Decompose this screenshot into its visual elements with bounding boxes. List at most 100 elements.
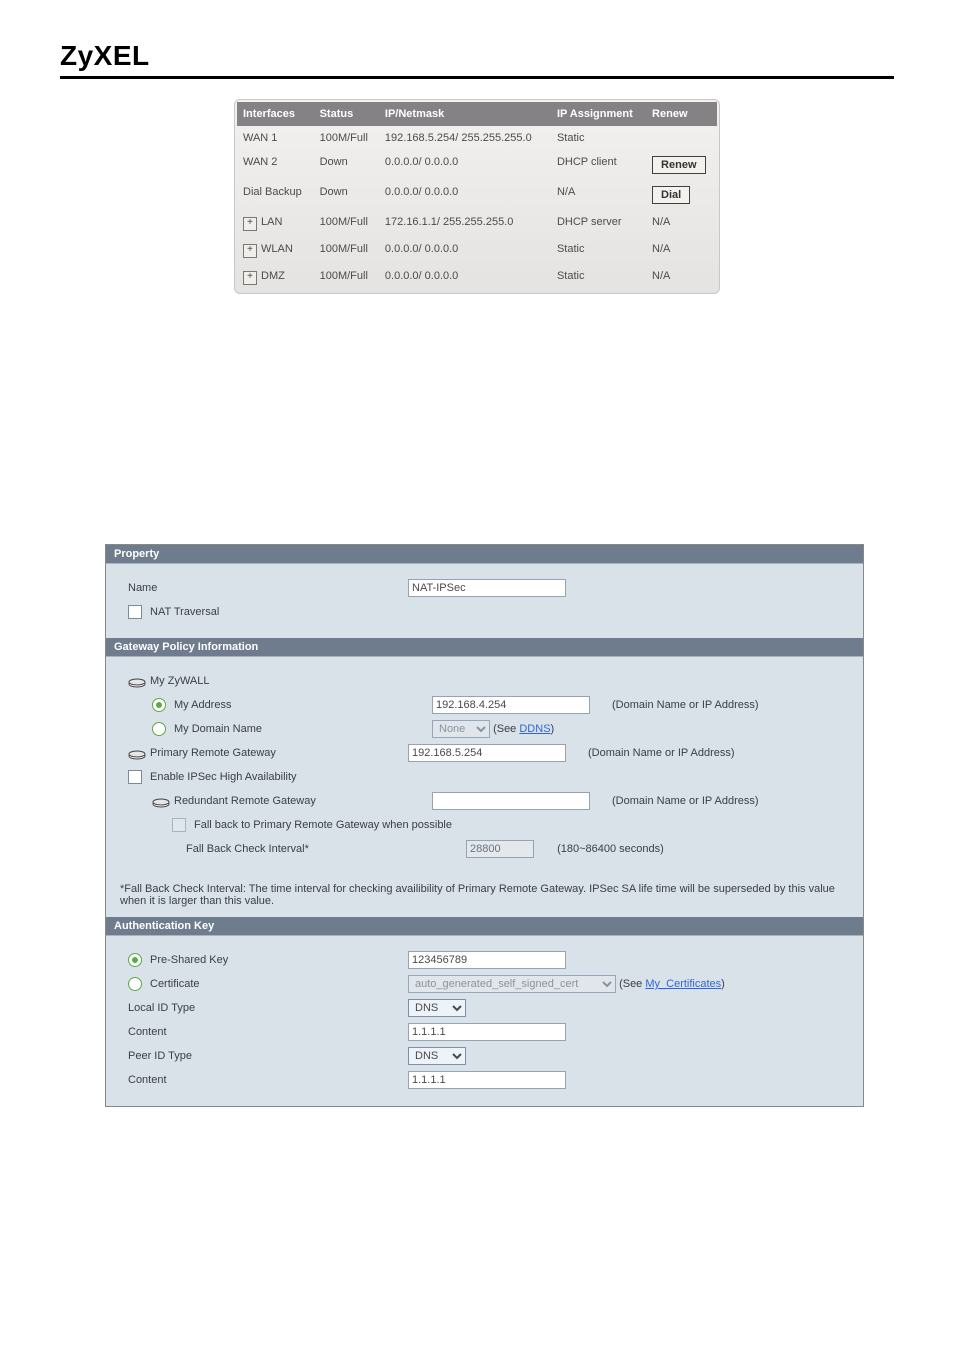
peer-id-type-label: Peer ID Type xyxy=(128,1050,192,1062)
fallback-footnote: *Fall Back Check Interval: The time inte… xyxy=(106,875,863,917)
ipassignment-cell: Static xyxy=(551,264,646,291)
my-domain-name-select: None xyxy=(432,720,490,738)
certificate-radio[interactable] xyxy=(128,977,142,991)
expand-button[interactable]: + xyxy=(243,244,257,258)
fallback-interval-input xyxy=(466,840,534,858)
interfaces-header-interfaces: Interfaces xyxy=(237,102,314,126)
my-domain-name-label: My Domain Name xyxy=(174,723,262,735)
interface-name: WAN 1 xyxy=(243,132,277,144)
ipassignment-cell: DHCP server xyxy=(551,210,646,237)
interface-cell: WAN 1 xyxy=(237,126,314,150)
interface-name: DMZ xyxy=(261,270,285,282)
enable-ipsec-ha-checkbox[interactable] xyxy=(128,770,142,784)
local-id-type-label: Local ID Type xyxy=(128,1002,195,1014)
status-cell: Down xyxy=(314,150,379,180)
primary-remote-gw-hint: (Domain Name or IP Address) xyxy=(578,747,851,759)
redundant-remote-gw-input[interactable] xyxy=(432,792,590,810)
my-zywall-label: My ZyWALL xyxy=(150,675,210,687)
interface-cell: + DMZ xyxy=(237,264,314,291)
table-row: + LAN 100M/Full172.16.1.1/ 255.255.255.0DH… xyxy=(237,210,717,237)
nat-traversal-label: NAT Traversal xyxy=(150,606,219,618)
interfaces-header-status: Status xyxy=(314,102,379,126)
enable-ipsec-ha-label: Enable IPSec High Availability xyxy=(150,771,297,783)
fallback-label: Fall back to Primary Remote Gateway when… xyxy=(194,819,452,831)
interface-cell: WAN 2 xyxy=(237,150,314,180)
fallback-interval-label: Fall Back Check Interval* xyxy=(186,843,309,855)
cert-hint-prefix: (See xyxy=(619,978,645,990)
ddns-link[interactable]: DDNS xyxy=(519,723,550,735)
auth-section-header: Authentication Key xyxy=(106,917,863,936)
peer-content-input[interactable] xyxy=(408,1071,566,1089)
my-certificates-link[interactable]: My_Certificates xyxy=(645,978,721,990)
interface-cell: + WLAN xyxy=(237,237,314,264)
interfaces-table: Interfaces Status IP/Netmask IP Assignme… xyxy=(237,102,717,291)
my-address-hint: (Domain Name or IP Address) xyxy=(602,699,851,711)
renew-cell xyxy=(646,126,717,150)
ipnetmask-cell: 0.0.0.0/ 0.0.0.0 xyxy=(379,237,551,264)
interface-name: WLAN xyxy=(261,243,293,255)
ipnetmask-cell: 0.0.0.0/ 0.0.0.0 xyxy=(379,180,551,210)
name-label: Name xyxy=(128,582,157,594)
peer-content-label: Content xyxy=(128,1074,167,1086)
certificate-select: auto_generated_self_signed_cert xyxy=(408,975,616,993)
status-cell: 100M/Full xyxy=(314,126,379,150)
interfaces-header-row: Interfaces Status IP/Netmask IP Assignme… xyxy=(237,102,717,126)
redundant-remote-gw-label: Redundant Remote Gateway xyxy=(174,795,316,807)
interface-name: LAN xyxy=(261,216,282,228)
ipnetmask-cell: 192.168.5.254/ 255.255.255.0 xyxy=(379,126,551,150)
table-row: + DMZ 100M/Full0.0.0.0/ 0.0.0.0StaticN/A xyxy=(237,264,717,291)
gateway-icon xyxy=(128,674,146,688)
ddns-hint-suffix: ) xyxy=(551,723,555,735)
table-row: Dial Backup Down0.0.0.0/ 0.0.0.0N/A Dial xyxy=(237,180,717,210)
my-address-radio[interactable] xyxy=(152,698,166,712)
peer-id-type-select[interactable]: DNS xyxy=(408,1047,466,1065)
name-input[interactable] xyxy=(408,579,566,597)
ipnetmask-cell: 172.16.1.1/ 255.255.255.0 xyxy=(379,210,551,237)
interface-cell: Dial Backup xyxy=(237,180,314,210)
expand-button[interactable]: + xyxy=(243,217,257,231)
expand-button[interactable]: + xyxy=(243,271,257,285)
interfaces-header-ipnetmask: IP/Netmask xyxy=(379,102,551,126)
status-cell: 100M/Full xyxy=(314,210,379,237)
local-content-input[interactable] xyxy=(408,1023,566,1041)
renew-button[interactable]: Renew xyxy=(652,156,705,174)
interface-name: WAN 2 xyxy=(243,156,277,168)
my-address-label: My Address xyxy=(174,699,231,711)
ipnetmask-cell: 0.0.0.0/ 0.0.0.0 xyxy=(379,264,551,291)
status-cell: 100M/Full xyxy=(314,237,379,264)
renew-cell: N/A xyxy=(646,210,717,237)
renew-cell: Renew xyxy=(646,150,717,180)
renew-cell: N/A xyxy=(646,264,717,291)
psk-input[interactable] xyxy=(408,951,566,969)
config-panel: Property Name NAT Traversal Gateway Poli… xyxy=(105,544,864,1107)
ipassignment-cell: DHCP client xyxy=(551,150,646,180)
nat-traversal-checkbox[interactable] xyxy=(128,605,142,619)
psk-radio[interactable] xyxy=(128,953,142,967)
psk-label: Pre-Shared Key xyxy=(150,954,228,966)
table-row: WAN 1 100M/Full192.168.5.254/ 255.255.255… xyxy=(237,126,717,150)
ddns-hint-prefix: (See xyxy=(493,723,519,735)
ipassignment-cell: Static xyxy=(551,126,646,150)
status-cell: Down xyxy=(314,180,379,210)
status-cell: 100M/Full xyxy=(314,264,379,291)
renew-cell: N/A xyxy=(646,237,717,264)
dial-button[interactable]: Dial xyxy=(652,186,690,204)
my-domain-name-radio[interactable] xyxy=(152,722,166,736)
property-section-header: Property xyxy=(106,545,863,564)
gateway-section-header: Gateway Policy Information xyxy=(106,638,863,657)
fallback-interval-hint: (180~86400 seconds) xyxy=(537,843,664,855)
cert-hint-suffix: ) xyxy=(721,978,725,990)
interface-name: Dial Backup xyxy=(243,186,302,198)
local-id-type-select[interactable]: DNS xyxy=(408,999,466,1017)
interfaces-header-renew: Renew xyxy=(646,102,717,126)
interfaces-header-ipassignment: IP Assignment xyxy=(551,102,646,126)
redundant-gateway-icon xyxy=(152,794,170,808)
fallback-checkbox xyxy=(172,818,186,832)
remote-gateway-icon xyxy=(128,746,146,760)
my-address-input[interactable] xyxy=(432,696,590,714)
brand-rule xyxy=(60,76,894,79)
primary-remote-gw-label: Primary Remote Gateway xyxy=(150,747,276,759)
primary-remote-gw-input[interactable] xyxy=(408,744,566,762)
ipassignment-cell: N/A xyxy=(551,180,646,210)
ipnetmask-cell: 0.0.0.0/ 0.0.0.0 xyxy=(379,150,551,180)
